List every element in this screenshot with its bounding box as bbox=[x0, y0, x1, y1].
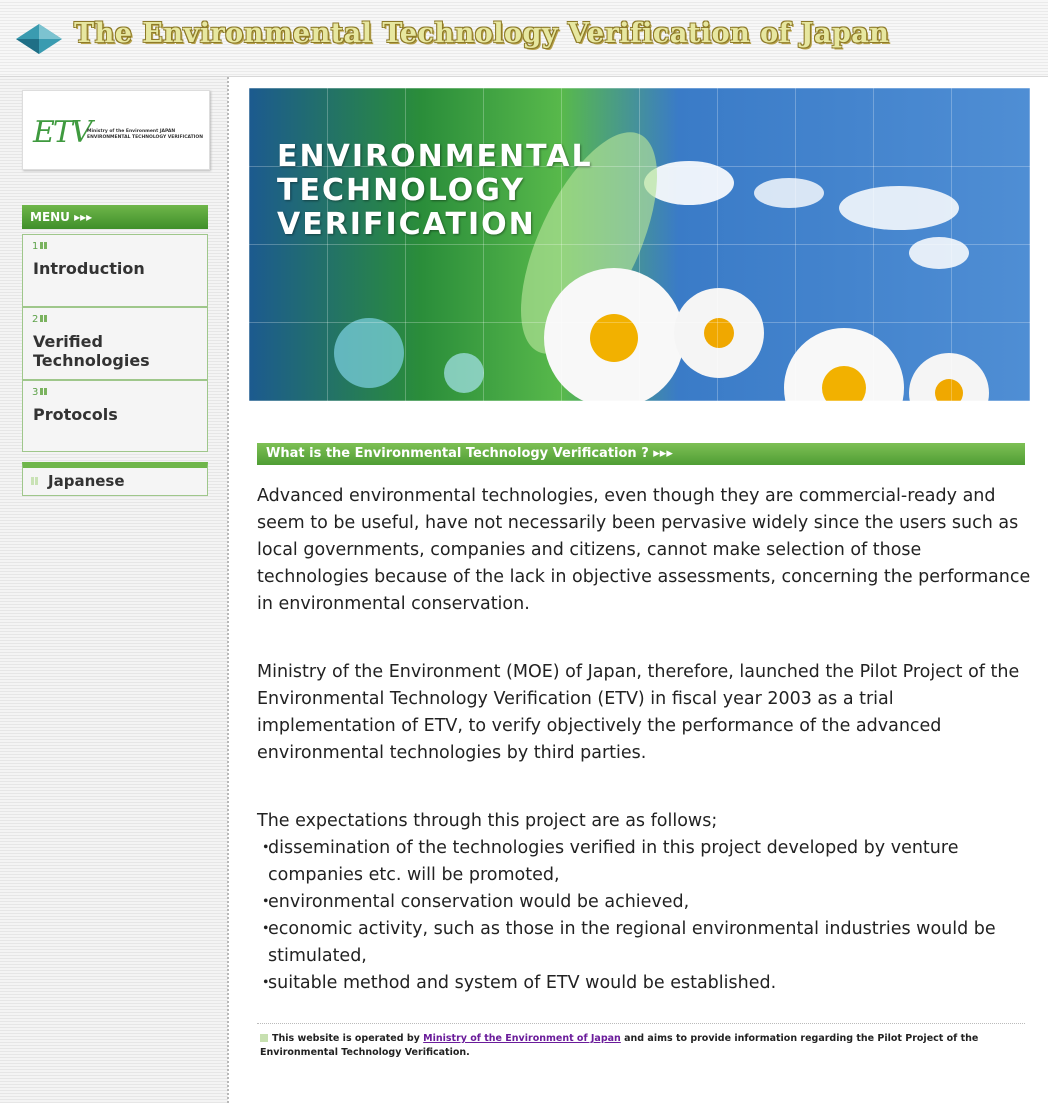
menu-item-number: 2 bbox=[32, 314, 48, 325]
site-footer: This website is operated by Ministry of … bbox=[260, 1032, 1020, 1060]
menu-item-verified-technologies[interactable]: 2 Verified Technologies bbox=[22, 307, 208, 380]
expectations-section: The expectations through this project ar… bbox=[257, 808, 1032, 997]
grid-icon bbox=[31, 477, 39, 485]
moe-link[interactable]: Ministry of the Environment of Japan bbox=[423, 1033, 621, 1044]
menu-item-label: Introduction bbox=[33, 259, 145, 278]
menu-item-label: Verified Technologies bbox=[33, 332, 150, 370]
menu-heading: MENU ▸▸▸ bbox=[22, 205, 208, 229]
menu-item-introduction[interactable]: 1 Introduction bbox=[22, 234, 208, 307]
japanese-link[interactable]: Japanese bbox=[22, 462, 208, 496]
footer-divider bbox=[257, 1023, 1025, 1024]
menu-item-number: 3 bbox=[32, 387, 48, 398]
menu-item-label: Protocols bbox=[33, 405, 118, 424]
section-heading: What is the Environmental Technology Ver… bbox=[257, 443, 1025, 465]
paragraph-text: Ministry of the Environment (MOE) of Jap… bbox=[257, 662, 1020, 763]
list-item: economic activity, such as those in the … bbox=[257, 916, 1032, 970]
etv-logo-mark: ETV bbox=[33, 115, 93, 150]
intro-paragraph-2: Ministry of the Environment (MOE) of Jap… bbox=[257, 659, 1032, 767]
grid-icon bbox=[40, 242, 48, 249]
footer-text-prefix: This website is operated by bbox=[272, 1033, 424, 1044]
menu-item-number: 1 bbox=[32, 241, 48, 252]
leaf-logo-icon bbox=[16, 24, 62, 54]
etv-logo[interactable]: ETV Ministry of the Environment JAPAN EN… bbox=[22, 90, 210, 170]
paragraph-text: The expectations through this project ar… bbox=[257, 811, 718, 831]
list-item: environmental conservation would be achi… bbox=[257, 889, 1032, 916]
hero-banner: ENVIRONMENTAL TECHNOLOGY VERIFICATION bbox=[249, 88, 1030, 401]
sidebar bbox=[0, 77, 228, 1103]
etv-logo-caption: Ministry of the Environment JAPAN ENVIRO… bbox=[87, 129, 203, 140]
banner-line-2: TECHNOLOGY bbox=[277, 173, 525, 208]
sidebar-divider bbox=[227, 77, 229, 1103]
list-item: dissemination of the technologies verifi… bbox=[257, 835, 1032, 889]
intro-paragraph-1: Advanced environmental technologies, eve… bbox=[257, 483, 1032, 618]
banner-line-1: ENVIRONMENTAL bbox=[277, 139, 593, 174]
site-header: The Environmental Technology Verificatio… bbox=[0, 0, 1048, 77]
grid-icon bbox=[40, 388, 48, 395]
menu-item-protocols[interactable]: 3 Protocols bbox=[22, 380, 208, 452]
list-item: suitable method and system of ETV would … bbox=[257, 970, 1032, 997]
grid-icon bbox=[40, 315, 48, 322]
expectations-list: dissemination of the technologies verifi… bbox=[257, 835, 1032, 997]
site-title: The Environmental Technology Verificatio… bbox=[74, 18, 890, 49]
square-icon bbox=[260, 1034, 268, 1042]
banner-line-3: VERIFICATION bbox=[277, 207, 536, 242]
paragraph-text: Advanced environmental technologies, eve… bbox=[257, 486, 1031, 614]
banner-grid bbox=[249, 88, 1030, 401]
banner-title: ENVIRONMENTAL TECHNOLOGY VERIFICATION bbox=[277, 140, 593, 242]
japanese-label: Japanese bbox=[48, 472, 125, 490]
